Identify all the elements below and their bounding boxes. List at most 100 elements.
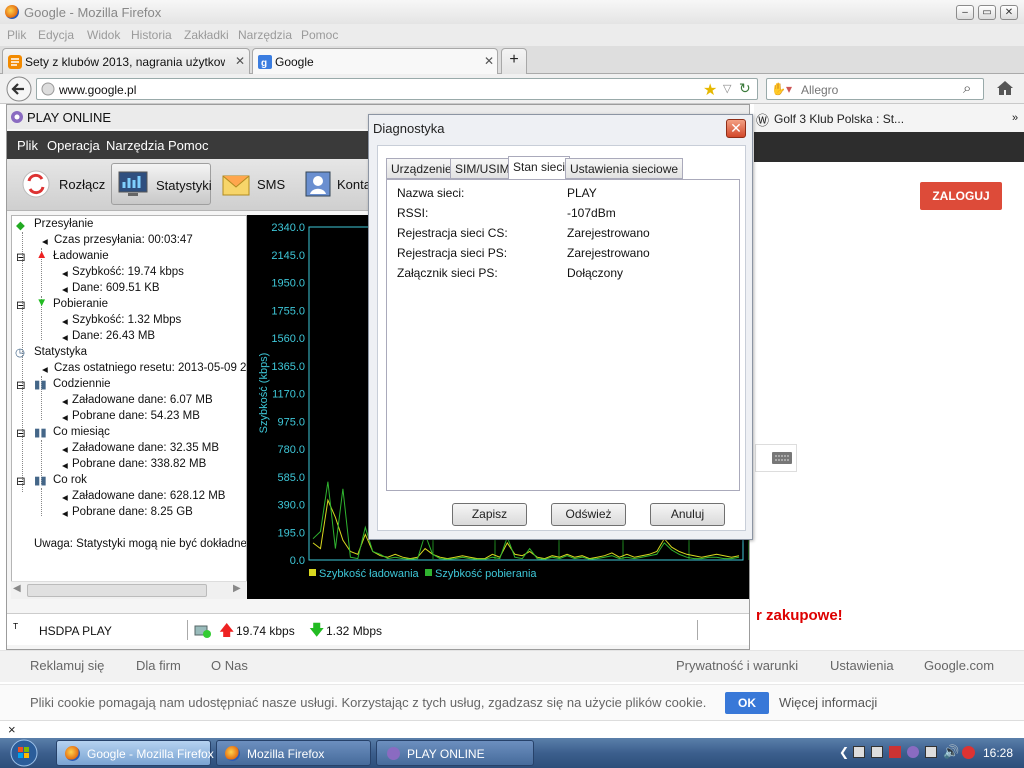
- tray-alert-icon[interactable]: [962, 746, 975, 759]
- tray-play-icon[interactable]: [907, 746, 919, 758]
- task-google-firefox[interactable]: Google - Mozilla Firefox: [56, 740, 214, 766]
- collapse-icon[interactable]: ⊟: [16, 378, 26, 392]
- tab-close-icon[interactable]: ✕: [484, 54, 494, 68]
- status-upload-speed: 19.74 kbps: [236, 624, 295, 638]
- bookmark-star-icon[interactable]: ★: [703, 80, 717, 100]
- dropdown-arrow-icon[interactable]: ▽: [723, 82, 731, 95]
- tree-horizontal-scrollbar[interactable]: ◀ ▶: [11, 581, 247, 599]
- search-bar[interactable]: ✋▾ ⌕: [766, 78, 984, 100]
- footer-link-settings[interactable]: Ustawienia: [830, 658, 894, 673]
- keyboard-icon[interactable]: [755, 444, 797, 472]
- play-menu-narzedzia[interactable]: Narzędzia: [106, 138, 165, 153]
- save-button[interactable]: Zapisz: [452, 503, 527, 526]
- cookie-more-link[interactable]: Więcej informacji: [779, 695, 877, 710]
- tab-sety[interactable]: Sety z klubów 2013, nagrania użytkownik.…: [2, 48, 250, 74]
- close-icon[interactable]: ✕: [1000, 5, 1018, 20]
- tree-stats[interactable]: Statystyka: [34, 346, 87, 358]
- clock[interactable]: 16:28: [983, 746, 1013, 760]
- task-mozilla-firefox[interactable]: Mozilla Firefox: [216, 740, 371, 766]
- footer-link-business[interactable]: Dla firm: [136, 658, 181, 673]
- contacts-button[interactable]: Kontakty: [299, 163, 375, 205]
- play-menu-operacja[interactable]: Operacja: [47, 138, 100, 153]
- collapse-icon[interactable]: ⊟: [16, 250, 26, 264]
- tab-network-settings[interactable]: Ustawienia sieciowe: [565, 158, 684, 179]
- cancel-button[interactable]: Anuluj: [650, 503, 725, 526]
- tab-close-icon[interactable]: ✕: [235, 54, 245, 68]
- scrollbar-thumb[interactable]: [27, 584, 207, 597]
- y-tick-label: 1365.0: [271, 361, 305, 373]
- tab-label: Sety z klubów 2013, nagrania użytkownik.…: [25, 55, 225, 69]
- y-tick-label: 2145.0: [271, 250, 305, 262]
- footer-link-about[interactable]: O Nas: [211, 658, 248, 673]
- y-tick-label: 585.0: [277, 472, 305, 484]
- tray-expand-icon[interactable]: ❮: [839, 745, 849, 759]
- bookmark-golf[interactable]: Golf 3 Klub Polska : St...: [774, 112, 904, 126]
- minimize-icon[interactable]: –: [956, 5, 974, 20]
- tree-download[interactable]: Pobieranie: [53, 298, 108, 310]
- url-bar[interactable]: www.google.pl ★ ▽ ↻: [36, 78, 758, 100]
- tree-yearly[interactable]: Co rok: [53, 474, 87, 486]
- new-tab-icon[interactable]: +: [501, 48, 527, 74]
- start-button[interactable]: [0, 738, 52, 768]
- menu-historia[interactable]: Historia: [131, 28, 172, 42]
- tree-bullet-icon: ◂: [62, 444, 68, 456]
- reload-icon[interactable]: ↻: [739, 80, 751, 97]
- back-icon[interactable]: [5, 76, 33, 102]
- tree-upload[interactable]: Ładowanie: [53, 250, 109, 262]
- play-menu-pomoc[interactable]: Pomoc: [168, 138, 208, 153]
- tray-network-icon[interactable]: [871, 746, 883, 758]
- cookie-ok-button[interactable]: OK: [725, 692, 769, 714]
- google-top-bar: [754, 132, 1024, 162]
- tree-download-speed: Szybkość: 1.32 Mbps: [72, 314, 182, 326]
- chevron-right-icon[interactable]: »: [1012, 112, 1018, 124]
- scroll-right-icon[interactable]: ▶: [233, 583, 241, 594]
- volume-icon[interactable]: 🔊: [943, 744, 959, 760]
- y-tick-label: 2340.0: [271, 222, 305, 234]
- tab-network-status[interactable]: Stan sieci: [508, 156, 571, 180]
- footer-link-google-com[interactable]: Google.com: [924, 658, 994, 673]
- menu-plik[interactable]: Plik: [7, 28, 26, 42]
- close-icon[interactable]: ×: [8, 722, 16, 737]
- menu-widok[interactable]: Widok: [87, 28, 120, 42]
- search-engine-icon[interactable]: ✋▾: [771, 82, 792, 96]
- close-icon[interactable]: ✕: [726, 119, 746, 138]
- footer-link-ads[interactable]: Reklamuj się: [30, 658, 104, 673]
- tray-media-icon[interactable]: [889, 746, 901, 758]
- collapse-icon[interactable]: ⊟: [16, 426, 26, 440]
- statistics-button[interactable]: Statystyki: [111, 163, 212, 205]
- menu-narzedzia[interactable]: Narzędzia: [238, 28, 292, 42]
- tree-connector-line: [22, 232, 23, 492]
- task-play-online[interactable]: PLAY ONLINE: [376, 740, 534, 766]
- menu-edycja[interactable]: Edycja: [38, 28, 74, 42]
- menu-pomoc[interactable]: Pomoc: [301, 28, 338, 42]
- bar-chart-icon: ▮▮: [34, 379, 47, 391]
- disconnect-button[interactable]: Rozłącz: [17, 163, 105, 205]
- tab-sim[interactable]: SIM/USIM: [450, 158, 515, 179]
- refresh-button[interactable]: Odśwież: [551, 503, 626, 526]
- collapse-icon[interactable]: ⊟: [16, 474, 26, 488]
- home-icon[interactable]: [996, 80, 1014, 96]
- tree-monthly[interactable]: Co miesiąc: [53, 426, 110, 438]
- tree-bullet-icon: ◂: [62, 396, 68, 408]
- tab-google[interactable]: g Google ✕: [252, 48, 498, 74]
- tree-yearly-down: Pobrane dane: 8.25 GB: [72, 506, 193, 518]
- disconnect-icon: [22, 170, 50, 198]
- collapse-icon[interactable]: ⊟: [16, 298, 26, 312]
- tree-daily[interactable]: Codziennie: [53, 378, 111, 390]
- maximize-icon[interactable]: ▭: [978, 5, 996, 20]
- play-menu-plik[interactable]: Plik: [17, 138, 38, 153]
- promo-text[interactable]: r zakupowe!: [756, 607, 843, 624]
- tab-device[interactable]: Urządzenie: [386, 158, 457, 179]
- footer-link-privacy[interactable]: Prywatność i warunki: [676, 658, 798, 673]
- tray-network-icon[interactable]: [853, 746, 865, 758]
- menu-zakladki[interactable]: Zakładki: [184, 28, 229, 42]
- login-button[interactable]: ZALOGUJ: [920, 182, 1002, 210]
- sms-button[interactable]: SMS: [217, 163, 307, 205]
- search-input[interactable]: [801, 83, 951, 97]
- tree-transfer[interactable]: Przesyłanie: [34, 218, 93, 230]
- statistics-icon: [118, 171, 148, 196]
- tray-network-icon[interactable]: [925, 746, 937, 758]
- scroll-left-icon[interactable]: ◀: [13, 583, 21, 594]
- tree-bullet-icon: ◂: [42, 236, 48, 248]
- search-icon[interactable]: ⌕: [963, 80, 971, 97]
